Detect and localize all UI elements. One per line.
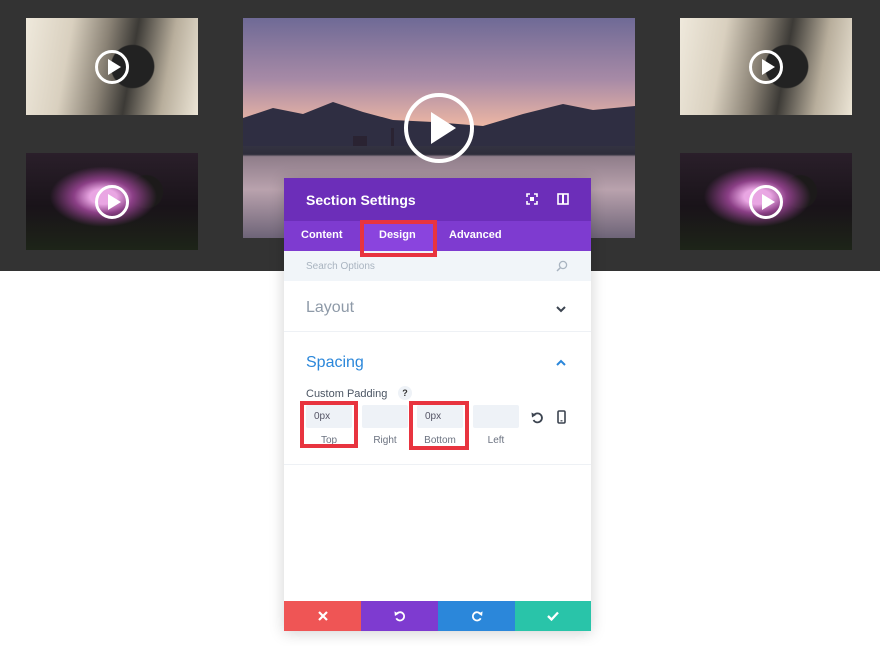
padding-left-input[interactable] (473, 405, 519, 428)
expand-icon[interactable] (526, 193, 538, 205)
reset-icon[interactable] (531, 411, 544, 424)
panel-header: Section Settings (284, 178, 591, 221)
video-thumbnail-camera-right[interactable] (680, 18, 852, 115)
custom-padding-label: Custom Padding (306, 388, 388, 400)
search-icon (556, 260, 568, 272)
padding-right-input[interactable] (362, 405, 408, 428)
play-icon[interactable] (95, 184, 129, 219)
discard-icon (317, 611, 328, 621)
save-icon (547, 611, 559, 621)
spacing-section-title[interactable]: Spacing (306, 354, 364, 372)
chevron-up-icon[interactable] (555, 359, 567, 367)
redo-icon (471, 611, 483, 622)
tab-advanced[interactable]: Advanced (449, 229, 502, 241)
play-icon[interactable] (749, 49, 783, 84)
highlight-padding-top (300, 401, 358, 448)
highlight-padding-bottom (409, 401, 469, 450)
help-icon[interactable]: ? (398, 386, 412, 400)
highlight-design-tab (360, 220, 437, 257)
phone-icon[interactable] (557, 410, 566, 424)
padding-right-label: Right (373, 435, 397, 446)
video-thumbnail-concert-left[interactable] (26, 153, 198, 250)
panel-tabs: Content Design Advanced (284, 221, 591, 251)
save-button[interactable] (515, 601, 591, 631)
undo-icon (393, 611, 405, 622)
layout-section-title: Layout (306, 299, 355, 316)
tab-content[interactable]: Content (301, 229, 343, 241)
panel-footer (284, 601, 591, 631)
play-icon[interactable] (404, 93, 474, 163)
padding-left-label: Left (487, 435, 505, 446)
chevron-down-icon[interactable] (555, 305, 567, 313)
redo-button[interactable] (438, 601, 515, 631)
play-icon[interactable] (749, 184, 783, 219)
sidebar-icon[interactable] (557, 193, 569, 205)
search-options-bar[interactable]: Search Options (284, 251, 591, 281)
search-input[interactable]: Search Options (306, 261, 375, 272)
layout-section-toggle[interactable]: Layout (284, 281, 591, 332)
play-icon[interactable] (95, 49, 129, 84)
discard-button[interactable] (284, 601, 361, 631)
video-thumbnail-concert-right[interactable] (680, 153, 852, 250)
panel-title: Section Settings (306, 192, 416, 208)
video-thumbnail-camera-left[interactable] (26, 18, 198, 115)
undo-button[interactable] (361, 601, 438, 631)
